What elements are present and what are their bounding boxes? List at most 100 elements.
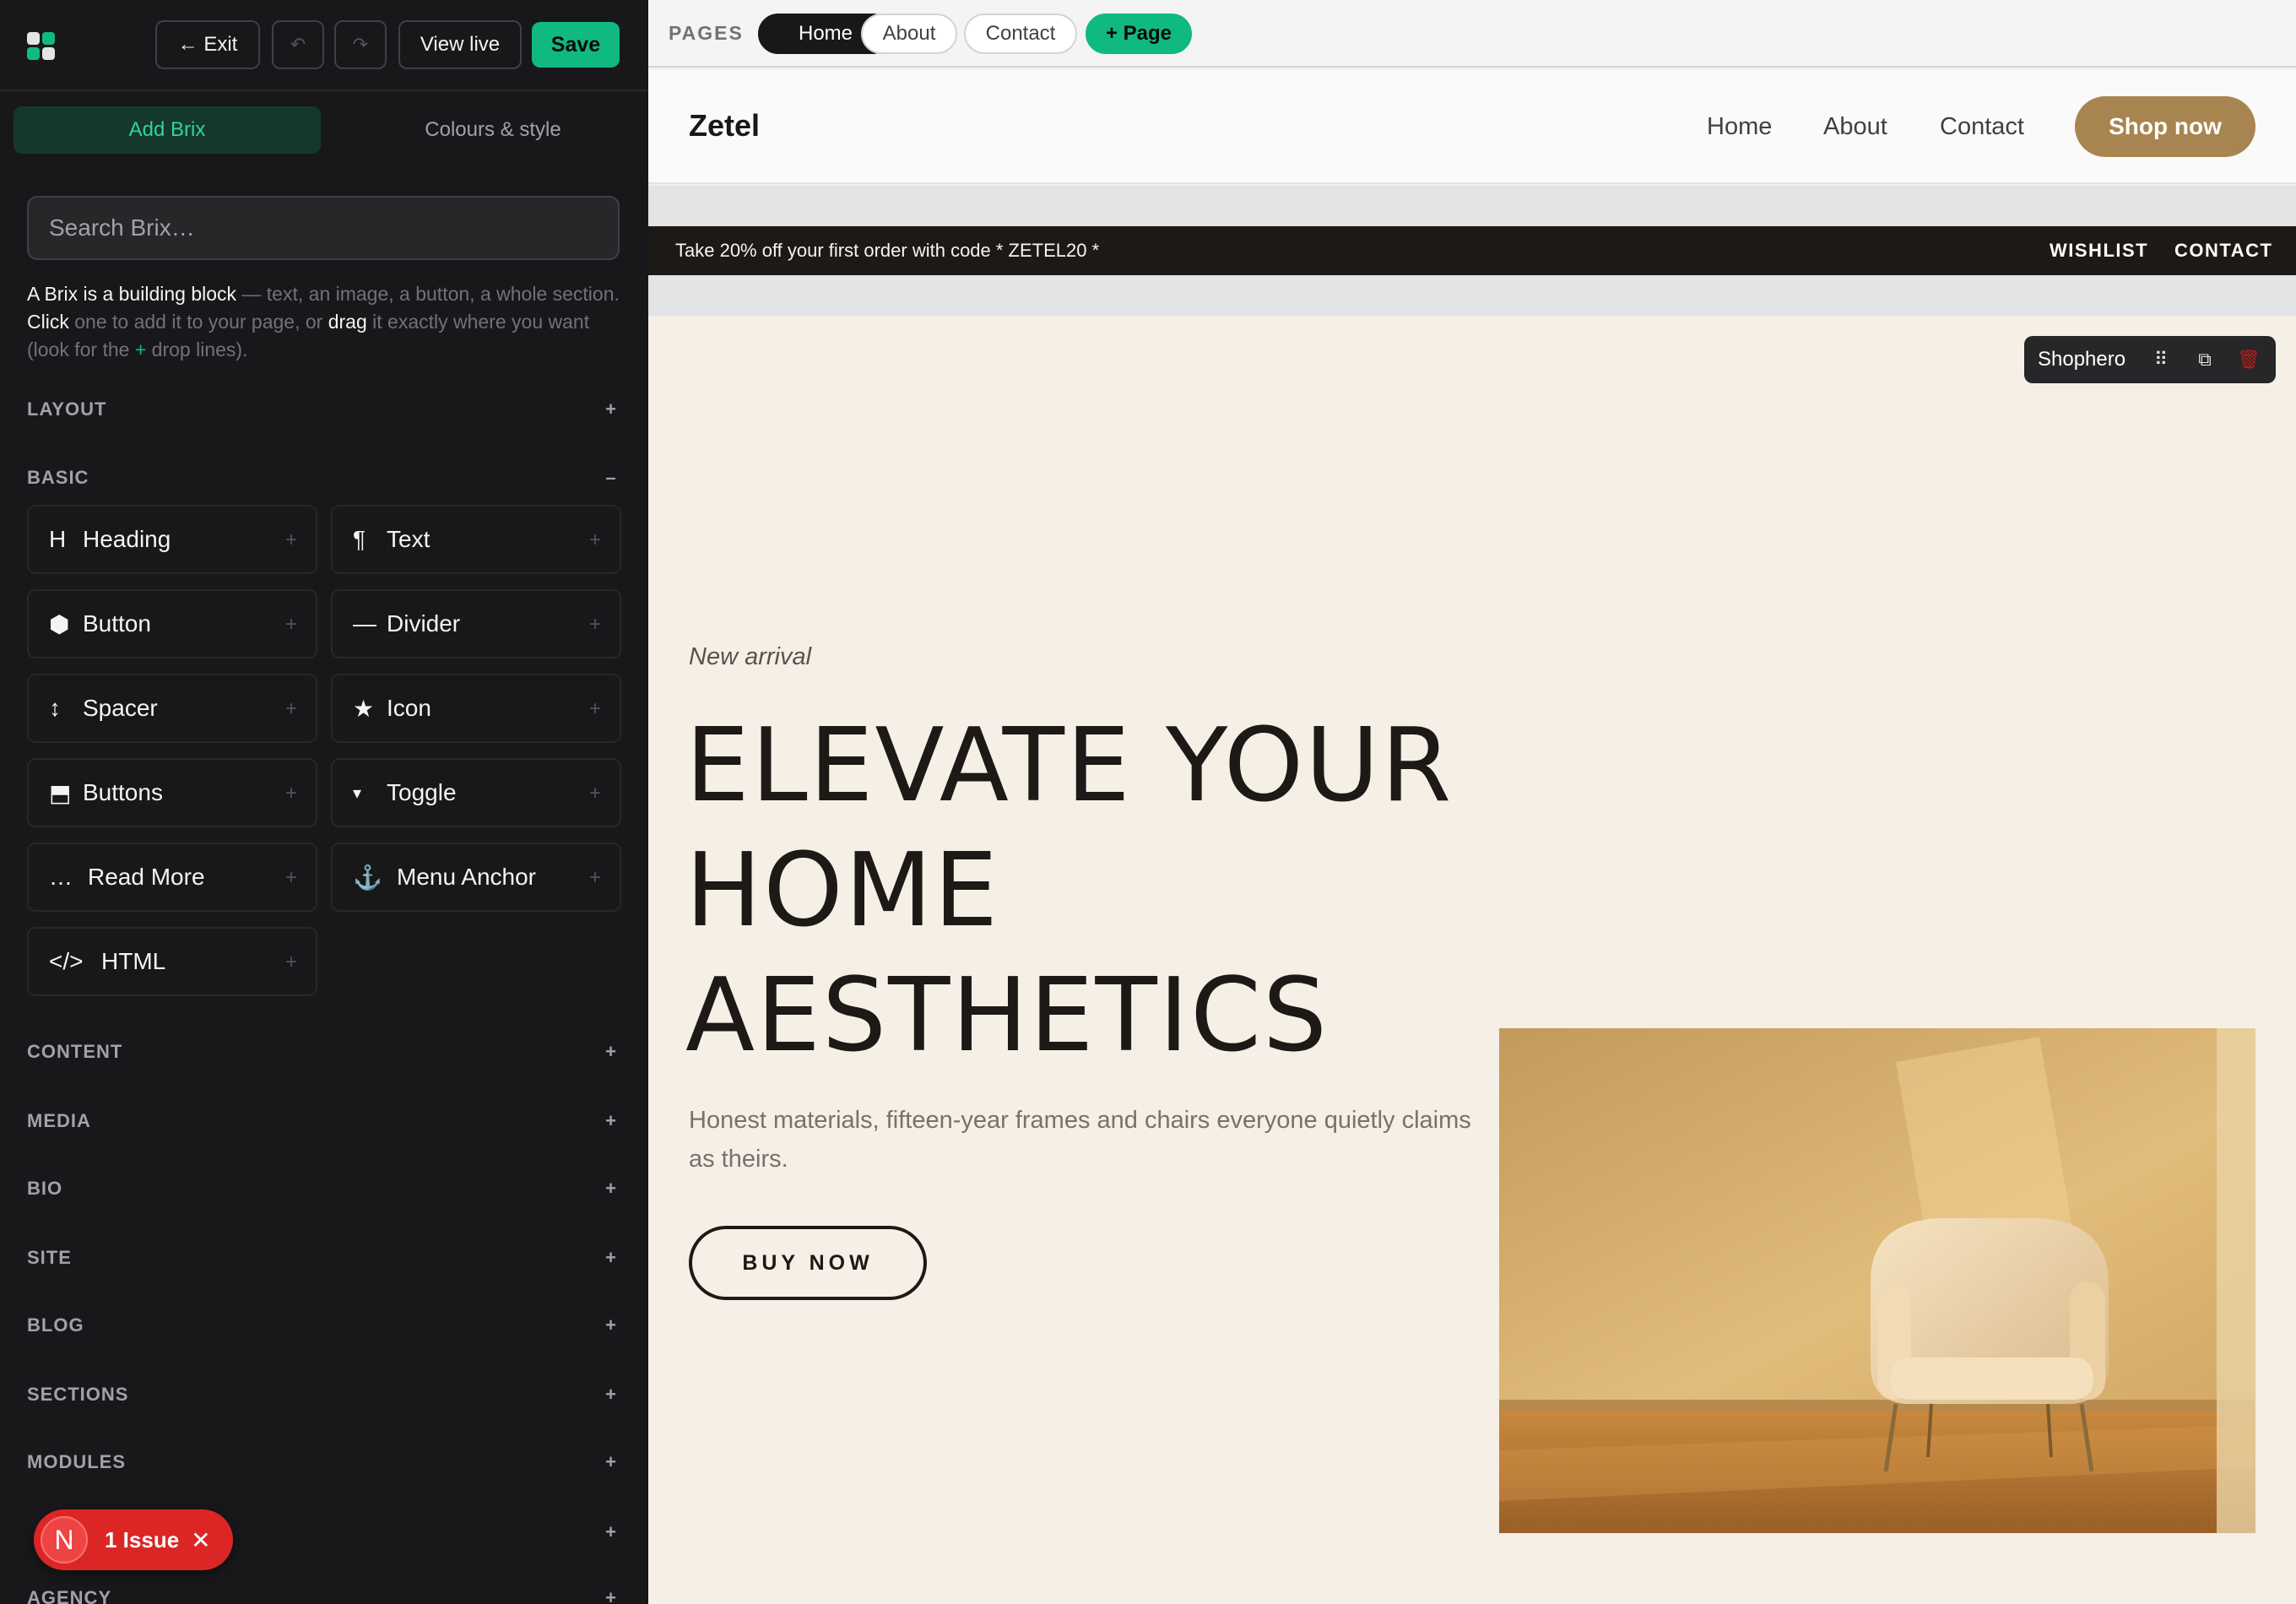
add-icon[interactable]: +	[589, 782, 601, 805]
add-icon[interactable]: +	[285, 697, 297, 721]
brix-buttons[interactable]: ⬒ Buttons +	[27, 758, 317, 827]
tab-colours-style[interactable]: Colours & style	[339, 106, 647, 154]
brix-label: Menu Anchor	[397, 864, 536, 890]
block-toolbar: Shophero ⠿ ⧉ 🗑	[2024, 336, 2276, 383]
category-label: BIO	[27, 1178, 63, 1199]
brix-label: Button	[83, 610, 151, 637]
issue-count: 1 Issue	[105, 1526, 180, 1553]
shop-now-button[interactable]: Shop now	[2075, 96, 2255, 157]
category-agency[interactable]: AGENCY +	[27, 1585, 620, 1604]
brix-text[interactable]: ¶ Text +	[331, 505, 621, 574]
brix-button[interactable]: ⬢ Button +	[27, 589, 317, 658]
brix-spacer[interactable]: ↕ Spacer +	[27, 674, 317, 743]
category-sections[interactable]: SECTIONS +	[27, 1382, 620, 1407]
next-logo-icon: N	[41, 1516, 88, 1563]
category-label: MODULES	[27, 1451, 126, 1472]
close-icon[interactable]: ✕	[191, 1526, 210, 1554]
expand-icon: +	[605, 398, 617, 420]
exit-button[interactable]: ← Exit	[155, 20, 260, 69]
category-media[interactable]: MEDIA +	[27, 1108, 620, 1134]
drag-handle-icon[interactable]: ⠿	[2139, 349, 2183, 371]
brix-divider[interactable]: — Divider +	[331, 589, 621, 658]
add-icon[interactable]: +	[589, 866, 601, 890]
pages-label: PAGES	[669, 22, 744, 44]
intro-part: +	[134, 339, 147, 360]
site-brand[interactable]: Zetel	[689, 108, 760, 144]
add-icon[interactable]: +	[589, 528, 601, 552]
category-label: BLOG	[27, 1314, 84, 1336]
nav-contact[interactable]: Contact	[1940, 113, 2024, 141]
brix-icon[interactable]: ★ Icon +	[331, 674, 621, 743]
buy-now-button[interactable]: BUY NOW	[689, 1226, 927, 1300]
button-shape-icon: ⬢	[49, 610, 70, 637]
intro-part: Click	[27, 311, 69, 333]
nav-about[interactable]: About	[1823, 113, 1887, 141]
nav-home[interactable]: Home	[1707, 113, 1772, 141]
app-logo	[27, 32, 56, 61]
category-site[interactable]: SITE +	[27, 1245, 620, 1271]
site-header: Zetel Home About Contact Shop now	[648, 69, 2296, 184]
expand-icon: +	[605, 1451, 617, 1472]
add-icon[interactable]: +	[285, 782, 297, 805]
save-button[interactable]: Save	[532, 22, 620, 68]
anchor-icon: ⚓	[353, 864, 382, 891]
expand-icon: +	[605, 1247, 617, 1268]
category-content[interactable]: CONTENT +	[27, 1039, 620, 1065]
add-icon[interactable]: +	[589, 697, 601, 721]
view-live-button[interactable]: View live	[398, 20, 522, 69]
intro-part: — text, an image, a button, a whole sect…	[236, 283, 620, 305]
brix-label: Heading	[83, 526, 171, 552]
category-bio[interactable]: BIO +	[27, 1176, 620, 1201]
add-page-button[interactable]: + Page	[1086, 14, 1192, 54]
toggle-icon: ▾	[353, 783, 362, 803]
search-brix-input[interactable]: Search Brix…	[27, 196, 620, 260]
category-label: LAYOUT	[27, 398, 107, 420]
add-icon[interactable]: +	[285, 951, 297, 974]
category-label: AGENCY	[27, 1587, 112, 1604]
promo-bar: Take 20% off your first order with code …	[648, 226, 2296, 275]
intro-part: one to add it to your page, or	[68, 311, 328, 333]
brix-toggle[interactable]: ▾ Toggle +	[331, 758, 621, 827]
add-icon[interactable]: +	[285, 528, 297, 552]
pages-bar: PAGES Home About Contact + Page	[648, 0, 2296, 68]
brix-label: Text	[387, 526, 430, 552]
category-blog[interactable]: BLOG +	[27, 1313, 620, 1338]
redo-button[interactable]: ↷	[334, 20, 387, 69]
intro-part: A Brix is a building block	[27, 283, 237, 305]
category-modules[interactable]: MODULES +	[27, 1450, 620, 1475]
brix-menu-anchor[interactable]: ⚓ Menu Anchor +	[331, 843, 621, 912]
intro-part: drag	[328, 311, 367, 333]
brix-read-more[interactable]: … Read More +	[27, 843, 317, 912]
brix-html[interactable]: </> HTML +	[27, 927, 317, 996]
star-icon: ★	[353, 695, 375, 722]
add-icon[interactable]: +	[589, 613, 601, 637]
undo-button[interactable]: ↶	[272, 20, 324, 69]
category-label: SITE	[27, 1247, 72, 1268]
page-tab-contact[interactable]: Contact	[964, 14, 1077, 54]
category-layout[interactable]: LAYOUT +	[27, 397, 620, 422]
duplicate-icon[interactable]: ⧉	[2183, 349, 2227, 371]
brix-label: Icon	[387, 695, 431, 721]
hero-section[interactable]: Shophero ⠿ ⧉ 🗑 New arrival ELEVATE YOUR …	[648, 316, 2296, 1604]
heading-icon: H	[49, 526, 67, 552]
sidebar-tabs: Add Brix Colours & style	[14, 106, 635, 154]
hero-headline: ELEVATE YOUR HOME AESTHETICS	[685, 707, 1454, 1075]
brix-heading[interactable]: H Heading +	[27, 505, 317, 574]
intro-part: drop lines).	[146, 339, 248, 360]
page-tab-about[interactable]: About	[861, 14, 957, 54]
category-basic[interactable]: BASIC –	[27, 465, 620, 490]
brix-label: Divider	[387, 610, 461, 637]
block-name: Shophero	[2038, 348, 2126, 371]
brix-label: Spacer	[83, 695, 158, 721]
expand-icon: +	[605, 1110, 617, 1131]
tab-add-brix[interactable]: Add Brix	[14, 106, 321, 154]
ellipsis-icon: …	[49, 864, 73, 890]
add-icon[interactable]: +	[285, 866, 297, 890]
contact-link[interactable]: CONTACT	[2174, 240, 2272, 262]
add-icon[interactable]: +	[285, 613, 297, 637]
wishlist-link[interactable]: WISHLIST	[2050, 240, 2148, 262]
brix-sidebar: ← Exit ↶ ↷ View live Save Add Brix Colou…	[0, 0, 648, 1604]
delete-icon[interactable]: 🗑	[2227, 349, 2271, 371]
issues-badge[interactable]: N 1 Issue ✕	[34, 1509, 233, 1570]
expand-icon: +	[605, 1521, 617, 1542]
